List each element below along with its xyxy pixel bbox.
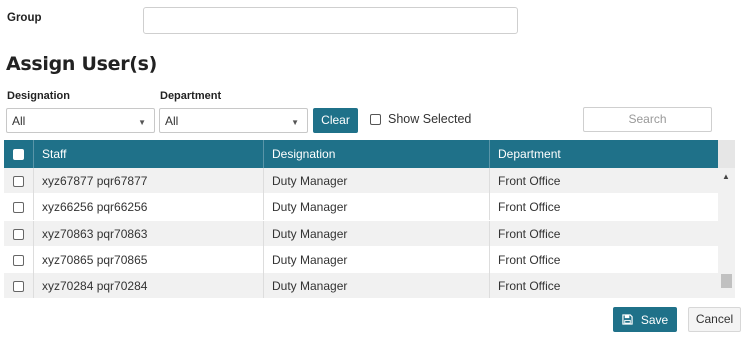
show-selected-toggle[interactable]: Show Selected <box>370 112 471 126</box>
cell-designation: Duty Manager <box>264 273 490 298</box>
department-label: Department <box>160 90 222 102</box>
designation-select[interactable]: All ▼ <box>6 108 155 133</box>
cell-staff: xyz66256 pqr66256 <box>34 194 264 221</box>
cell-department: Front Office <box>498 174 561 188</box>
group-input[interactable] <box>143 7 518 34</box>
designation-select-value: All <box>12 114 26 128</box>
cell-staff: xyz70863 pqr70863 <box>34 220 264 247</box>
row-checkbox[interactable] <box>13 281 24 293</box>
designation-label: Designation <box>7 90 70 102</box>
staff-table: Staff Designation Department xyz67877 pq… <box>4 140 735 298</box>
table-row[interactable]: xyz70284 pqr70284 Duty Manager Front Off… <box>4 273 718 298</box>
search-input[interactable]: Search <box>583 107 712 132</box>
table-header: Staff Designation Department <box>4 140 718 168</box>
floppy-disk-icon <box>622 314 633 325</box>
row-checkbox[interactable] <box>13 176 24 187</box>
cell-department: Front Office <box>498 226 561 241</box>
row-checkbox-cell <box>4 194 34 221</box>
row-checkbox[interactable] <box>13 228 24 240</box>
table-body: xyz67877 pqr67877 Duty Manager Front Off… <box>4 168 718 298</box>
scroll-up-icon[interactable]: ▲ <box>722 172 730 181</box>
row-checkbox[interactable] <box>13 202 24 214</box>
cell-designation: Duty Manager <box>264 220 490 247</box>
table-scrollbar[interactable]: ▲ <box>718 168 735 298</box>
table-row[interactable]: xyz66256 pqr66256 Duty Manager Front Off… <box>4 194 718 221</box>
clear-button[interactable]: Clear <box>313 108 358 133</box>
column-header-department[interactable]: Department <box>490 140 718 168</box>
scrollbar-thumb[interactable] <box>721 274 732 288</box>
table-row[interactable]: xyz70865 pqr70865 Duty Manager Front Off… <box>4 246 718 274</box>
header-scroll-gap <box>718 140 735 168</box>
table-row[interactable]: xyz70863 pqr70863 Duty Manager Front Off… <box>4 220 718 247</box>
cell-designation: Duty Manager <box>264 168 490 194</box>
row-checkbox-cell <box>4 273 34 298</box>
cell-staff: xyz70284 pqr70284 <box>34 273 264 298</box>
table-row[interactable]: xyz67877 pqr67877 Duty Manager Front Off… <box>4 168 718 195</box>
save-button[interactable]: Save <box>613 307 677 332</box>
column-header-staff[interactable]: Staff <box>34 140 264 168</box>
chevron-down-icon: ▼ <box>291 118 299 127</box>
cell-designation: Duty Manager <box>264 246 490 273</box>
cell-department: Front Office <box>498 279 561 294</box>
show-selected-label: Show Selected <box>388 112 472 126</box>
cell-department: Front Office <box>498 200 561 215</box>
row-checkbox[interactable] <box>13 254 24 266</box>
page-title: Assign User(s) <box>6 53 158 75</box>
select-all-cell <box>4 140 34 168</box>
department-select-value: All <box>165 114 179 128</box>
cell-department: Front Office <box>498 252 561 267</box>
group-label: Group <box>7 12 42 24</box>
column-header-designation[interactable]: Designation <box>264 140 490 168</box>
cell-designation: Duty Manager <box>264 194 490 221</box>
department-select[interactable]: All ▼ <box>159 108 308 133</box>
show-selected-checkbox[interactable] <box>370 113 381 125</box>
cancel-button[interactable]: Cancel <box>688 307 741 332</box>
row-checkbox-cell <box>4 168 34 194</box>
chevron-down-icon: ▼ <box>138 118 146 127</box>
save-button-label: Save <box>640 312 669 327</box>
row-checkbox-cell <box>4 246 34 273</box>
cell-staff: xyz67877 pqr67877 <box>34 168 264 194</box>
cell-staff: xyz70865 pqr70865 <box>34 246 264 273</box>
row-checkbox-cell <box>4 220 34 247</box>
select-all-checkbox[interactable] <box>13 149 24 160</box>
